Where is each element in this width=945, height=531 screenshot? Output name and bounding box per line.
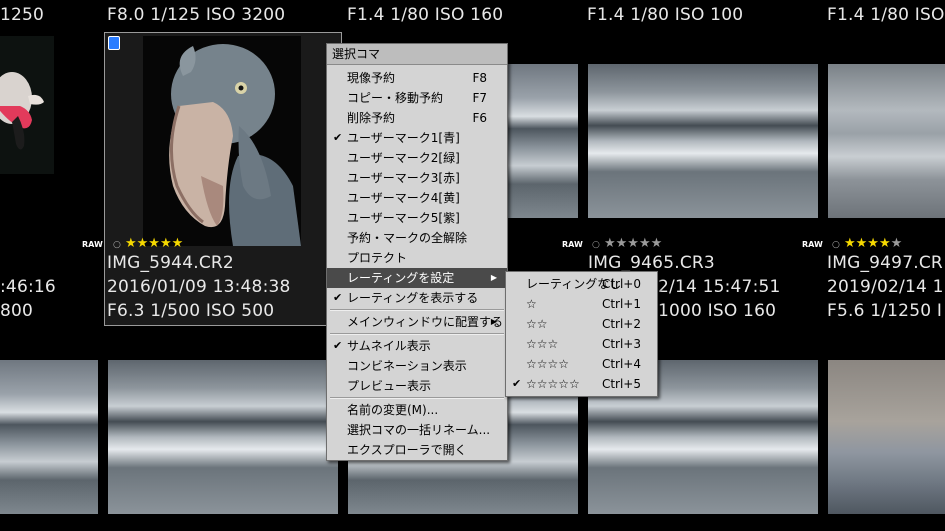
thumbnail-bottom-2[interactable]: [108, 360, 338, 514]
meta-exposure-top-4: F1.4 1/80 ISO 100: [587, 5, 744, 25]
check-icon: ✔: [333, 291, 343, 304]
menu-item-set-rating[interactable]: レーティングを設定 ▶: [327, 268, 507, 288]
check-icon: ✔: [333, 339, 343, 352]
rating-1-star[interactable]: ☆ Ctrl+1: [506, 294, 657, 314]
check-icon: ✔: [333, 131, 343, 144]
meta-exposure-top-5: F1.4 1/80 ISO 160: [827, 5, 945, 25]
thumbnail-img-9465[interactable]: [588, 64, 818, 218]
left-time: :46:16: [0, 277, 56, 297]
raw-badge-left: RAW: [82, 240, 103, 249]
menu-item-clear-all-marks[interactable]: 予約・マークの全解除: [327, 228, 507, 248]
menu-item-protect[interactable]: プロテクト: [327, 248, 507, 268]
menu-separator: [330, 333, 504, 335]
thumbnail-bottom-5[interactable]: [828, 360, 945, 514]
flamingo-image: [0, 72, 44, 150]
menu-item-rename[interactable]: 名前の変更(M)...: [327, 400, 507, 420]
thumbnail-img-9497[interactable]: [828, 64, 945, 218]
thumbnail-shoebill[interactable]: [143, 36, 301, 246]
meta-exposure-top-2: F8.0 1/125 ISO 3200: [107, 5, 286, 25]
left-exposure: 800: [0, 301, 34, 321]
filename-9465: IMG_9465.CR3: [588, 253, 715, 273]
thumbnail-sea-3[interactable]: [508, 64, 578, 218]
menu-item-develop-reserve[interactable]: 現像予約 F8: [327, 68, 507, 88]
menu-item-user-mark-3[interactable]: ユーザーマーク3[赤]: [327, 168, 507, 188]
filename-9497: IMG_9497.CR: [827, 253, 943, 273]
menu-separator: [330, 309, 504, 311]
check-icon: ✔: [512, 377, 522, 390]
menu-item-place-main-window[interactable]: メインウィンドウに配置する ▶: [327, 312, 507, 332]
meta-exposure-top-3: F1.4 1/80 ISO 160: [347, 5, 504, 25]
selected-filename: IMG_5944.CR2: [107, 253, 234, 273]
context-menu: 選択コマ 現像予約 F8 コピー・移動予約 F7 削除予約 F6 ✔ ユーザーマーク1[…: [326, 43, 508, 461]
menu-item-show-rating[interactable]: ✔ レーティングを表示する: [327, 288, 507, 308]
thumbnail-bottom-1[interactable]: [0, 360, 98, 514]
menu-item-copy-move-reserve[interactable]: コピー・移動予約 F7: [327, 88, 507, 108]
menu-item-preview-view[interactable]: プレビュー表示: [327, 376, 507, 396]
rating-3-stars[interactable]: ☆☆☆ Ctrl+3: [506, 334, 657, 354]
menu-item-combination-view[interactable]: コンビネーション表示: [327, 356, 507, 376]
menu-separator: [330, 397, 504, 399]
rating-none[interactable]: レーティングなし Ctrl+0: [506, 274, 657, 294]
rating-5-stars[interactable]: ✔ ☆☆☆☆☆ Ctrl+5: [506, 374, 657, 394]
rating-stars-9465[interactable]: ○ ★★★★★: [592, 236, 662, 251]
rating-4-stars[interactable]: ☆☆☆☆ Ctrl+4: [506, 354, 657, 374]
rating-stars-9497[interactable]: ○ ★★★★★: [832, 236, 902, 251]
rating-submenu: レーティングなし Ctrl+0 ☆ Ctrl+1 ☆☆ Ctrl+2 ☆☆☆ Ctrl+…: [505, 271, 658, 397]
menu-item-thumbnail-view[interactable]: ✔ サムネイル表示: [327, 336, 507, 356]
raw-badge-5: RAW: [802, 240, 823, 249]
menu-item-user-mark-1[interactable]: ✔ ユーザーマーク1[青]: [327, 128, 507, 148]
exposure-9497: F5.6 1/1250 I: [827, 301, 943, 321]
exposure-9465: 1000 ISO 160: [658, 301, 777, 321]
menu-item-delete-reserve[interactable]: 削除予約 F6: [327, 108, 507, 128]
datetime-9465: 2/14 15:47:51: [658, 277, 781, 297]
meta-exposure-top-1: 1250: [0, 5, 45, 25]
selected-exposure: F6.3 1/500 ISO 500: [107, 301, 275, 321]
thumbnail-flamingo[interactable]: [0, 36, 54, 174]
selected-rating-stars[interactable]: ○ ★★★★★: [113, 236, 183, 251]
menu-item-user-mark-5[interactable]: ユーザーマーク5[紫]: [327, 208, 507, 228]
menu-item-user-mark-4[interactable]: ユーザーマーク4[黄]: [327, 188, 507, 208]
menu-item-open-explorer[interactable]: エクスプローラで開く: [327, 440, 507, 460]
menu-item-batch-rename[interactable]: 選択コマの一括リネーム...: [327, 420, 507, 440]
context-menu-title: 選択コマ: [327, 44, 507, 65]
shoebill-image: [143, 36, 301, 246]
rating-2-stars[interactable]: ☆☆ Ctrl+2: [506, 314, 657, 334]
selected-datetime: 2016/01/09 13:48:38: [107, 277, 291, 297]
submenu-arrow-icon: ▶: [490, 273, 497, 282]
user-mark-blue-icon: [108, 36, 120, 50]
raw-badge-3: RAW: [562, 240, 583, 249]
submenu-arrow-icon: ▶: [490, 317, 497, 326]
datetime-9497: 2019/02/14 1: [827, 277, 944, 297]
menu-item-user-mark-2[interactable]: ユーザーマーク2[緑]: [327, 148, 507, 168]
